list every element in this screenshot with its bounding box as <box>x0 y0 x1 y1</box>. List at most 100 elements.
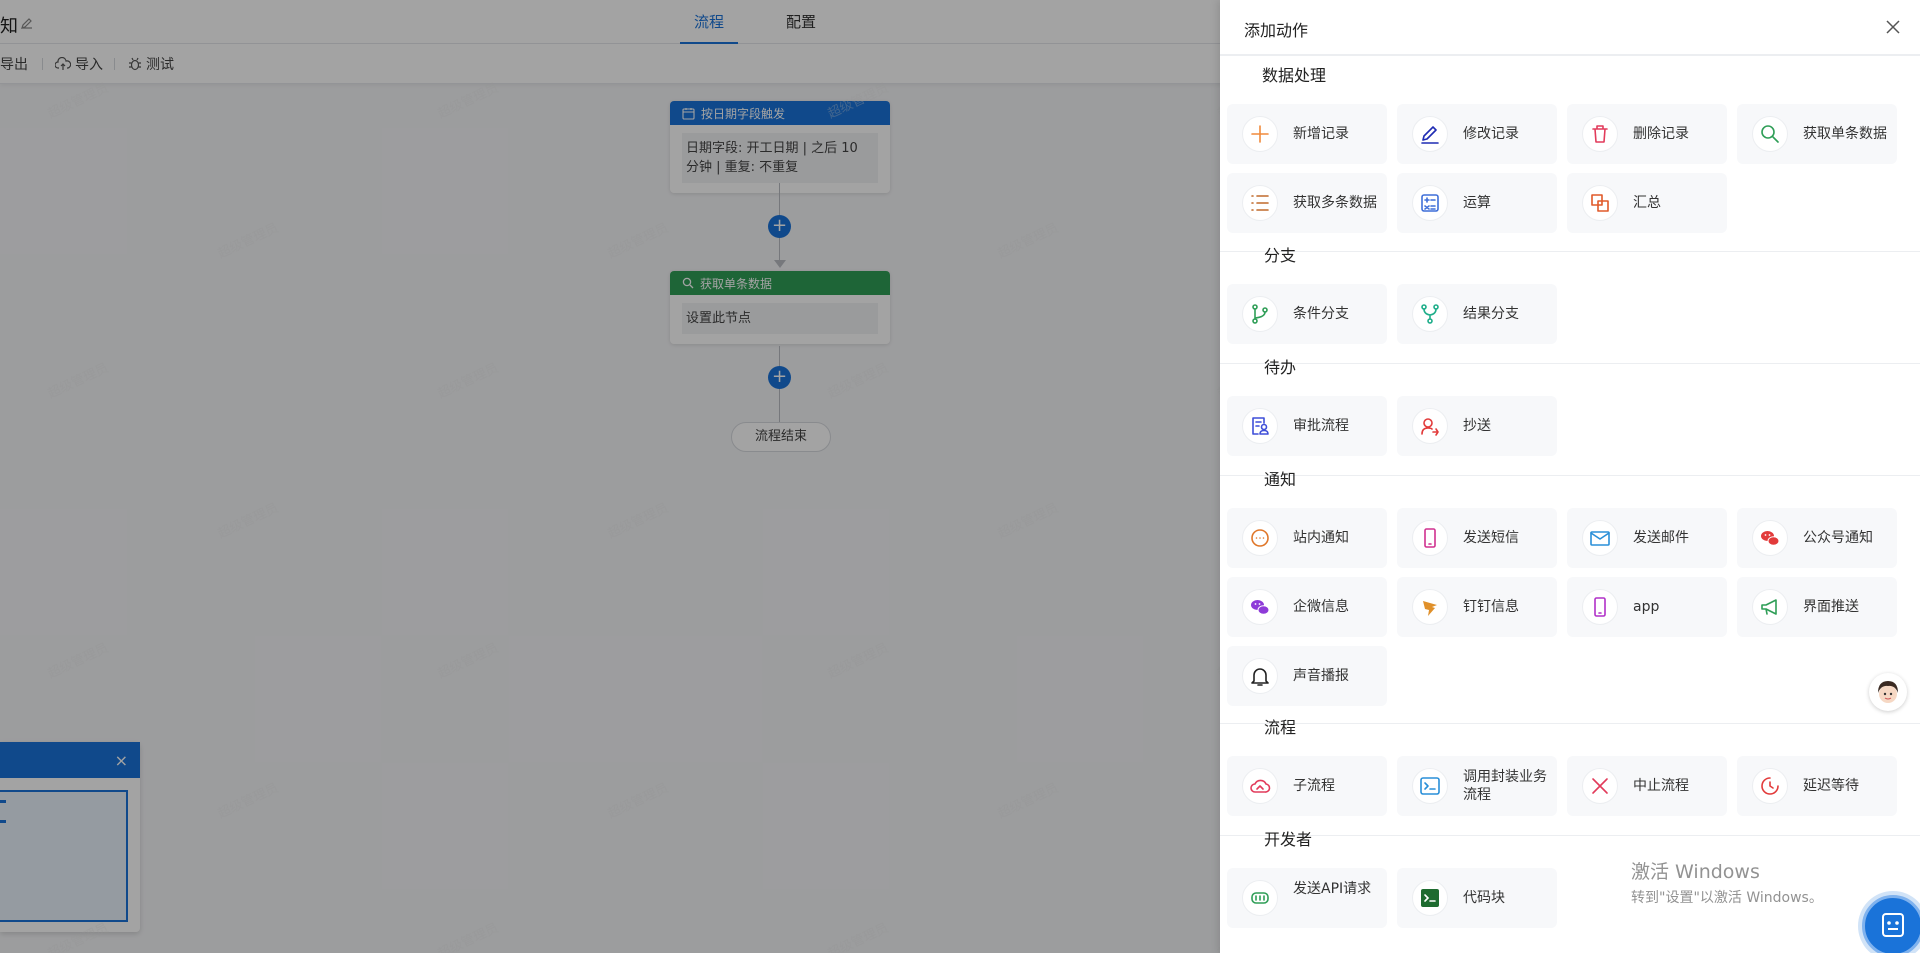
dingtalk-icon <box>1412 589 1448 625</box>
section-title: 分支 <box>1264 246 1297 265</box>
add-action-drawer: 添加动作 数据处理新增记录 修改记录 删除记录 获取单条数据获取多条数据 运算 汇总分支条… <box>1220 0 1920 953</box>
section-divider <box>1220 835 1920 836</box>
action-card-label: 运算 <box>1463 195 1491 211</box>
bell-icon <box>1242 658 1278 694</box>
action-card-label: 获取单条数据 <box>1803 126 1887 142</box>
section-divider <box>1220 55 1920 56</box>
action-card[interactable]: 获取多条数据 <box>1227 173 1387 233</box>
section-title: 通知 <box>1264 470 1297 489</box>
action-card[interactable]: app <box>1567 577 1727 637</box>
action-card-label: 钉钉信息 <box>1463 599 1519 615</box>
cloud-icon <box>1242 768 1278 804</box>
cc-icon <box>1412 408 1448 444</box>
action-card[interactable]: 站内通知 <box>1227 508 1387 568</box>
action-card[interactable]: 发送短信 <box>1397 508 1557 568</box>
approval-icon <box>1242 408 1278 444</box>
action-card-label: 审批流程 <box>1293 418 1349 434</box>
section-title: 待办 <box>1264 358 1297 377</box>
action-card[interactable]: 调用封装业务流程 <box>1397 756 1557 816</box>
action-card[interactable]: 发送邮件 <box>1567 508 1727 568</box>
action-card[interactable]: 企微信息 <box>1227 577 1387 637</box>
wecom-icon <box>1242 589 1278 625</box>
mail-icon <box>1582 520 1618 556</box>
action-card-label: 新增记录 <box>1293 126 1349 142</box>
action-card-label: app <box>1633 599 1660 615</box>
action-card-label: 结果分支 <box>1463 306 1519 322</box>
action-card-label: 子流程 <box>1293 778 1335 794</box>
chat-bubble-icon <box>1242 520 1278 556</box>
modal-mask[interactable] <box>0 0 1220 953</box>
action-card[interactable]: 代码块 <box>1397 868 1557 928</box>
action-card-label: 中止流程 <box>1633 778 1689 794</box>
wechat-icon <box>1752 520 1788 556</box>
action-card-label: 条件分支 <box>1293 306 1349 322</box>
action-card[interactable]: 钉钉信息 <box>1397 577 1557 637</box>
action-card-label: 延迟等待 <box>1803 778 1859 794</box>
section-title: 流程 <box>1264 718 1297 737</box>
fork-icon <box>1412 296 1448 332</box>
action-card-label: 汇总 <box>1633 195 1661 211</box>
action-card[interactable]: 修改记录 <box>1397 104 1557 164</box>
close-icon[interactable] <box>1884 18 1902 36</box>
branch-icon <box>1242 296 1278 332</box>
pen-icon <box>1412 116 1448 152</box>
x-icon <box>1582 768 1618 804</box>
mobile-icon <box>1582 589 1618 625</box>
action-card[interactable]: 中止流程 <box>1567 756 1727 816</box>
action-card-label: 抄送 <box>1463 418 1491 434</box>
action-card[interactable]: 延迟等待 <box>1737 756 1897 816</box>
activation-title: 激活 Windows <box>1631 861 1760 883</box>
action-card[interactable]: 运算 <box>1397 173 1557 233</box>
section-divider <box>1220 723 1920 724</box>
action-card[interactable]: 抄送 <box>1397 396 1557 456</box>
action-card[interactable]: 结果分支 <box>1397 284 1557 344</box>
action-card-label: 获取多条数据 <box>1293 195 1377 211</box>
api-icon <box>1242 880 1278 916</box>
action-card[interactable]: 公众号通知 <box>1737 508 1897 568</box>
windows-activation-notice: 激活 Windows 转到"设置"以激活 Windows。 <box>1631 857 1823 907</box>
action-card-label: 发送API请求 <box>1293 881 1372 897</box>
action-card[interactable]: 子流程 <box>1227 756 1387 816</box>
terminal-icon <box>1412 768 1448 804</box>
action-card[interactable]: 新增记录 <box>1227 104 1387 164</box>
robot-icon <box>1882 913 1904 937</box>
action-card-label: 站内通知 <box>1293 530 1349 546</box>
customer-service-button[interactable] <box>1862 895 1920 953</box>
action-card[interactable]: 条件分支 <box>1227 284 1387 344</box>
action-card-label: 修改记录 <box>1463 126 1519 142</box>
section-title: 数据处理 <box>1262 66 1327 85</box>
action-card[interactable]: 审批流程 <box>1227 396 1387 456</box>
code-block-icon <box>1412 880 1448 916</box>
assistant-avatar[interactable] <box>1869 673 1907 711</box>
action-card[interactable]: 汇总 <box>1567 173 1727 233</box>
trash-icon <box>1582 116 1618 152</box>
action-card[interactable]: 获取单条数据 <box>1737 104 1897 164</box>
list-icon <box>1242 185 1278 221</box>
merge-icon <box>1582 185 1618 221</box>
phone-icon <box>1412 520 1448 556</box>
action-card-label: 调用封装业务流程 <box>1463 769 1547 803</box>
action-card-label: 界面推送 <box>1803 599 1859 615</box>
megaphone-icon <box>1752 589 1788 625</box>
action-card-label: 代码块 <box>1463 890 1505 906</box>
action-card-label: 企微信息 <box>1293 599 1349 615</box>
action-card[interactable]: 删除记录 <box>1567 104 1727 164</box>
drawer-title: 添加动作 <box>1244 21 1309 40</box>
search-icon <box>1752 116 1788 152</box>
section-divider <box>1220 363 1920 364</box>
drawer-header: 添加动作 <box>1220 0 1920 55</box>
action-card[interactable]: 声音播报 <box>1227 646 1387 706</box>
section-title: 开发者 <box>1264 830 1313 849</box>
action-card[interactable]: 界面推送 <box>1737 577 1897 637</box>
action-card[interactable]: 发送API请求 <box>1227 868 1387 928</box>
activation-hint: 转到"设置"以激活 Windows。 <box>1631 890 1823 906</box>
action-card-label: 公众号通知 <box>1803 530 1873 546</box>
section-divider <box>1220 251 1920 252</box>
assistant-face-icon <box>1878 681 1898 703</box>
action-card-label: 发送短信 <box>1463 530 1519 546</box>
plus-icon <box>1242 116 1278 152</box>
section-divider <box>1220 475 1920 476</box>
action-card-label: 发送邮件 <box>1633 530 1689 546</box>
action-card-label: 声音播报 <box>1293 668 1349 684</box>
clock-icon <box>1752 768 1788 804</box>
